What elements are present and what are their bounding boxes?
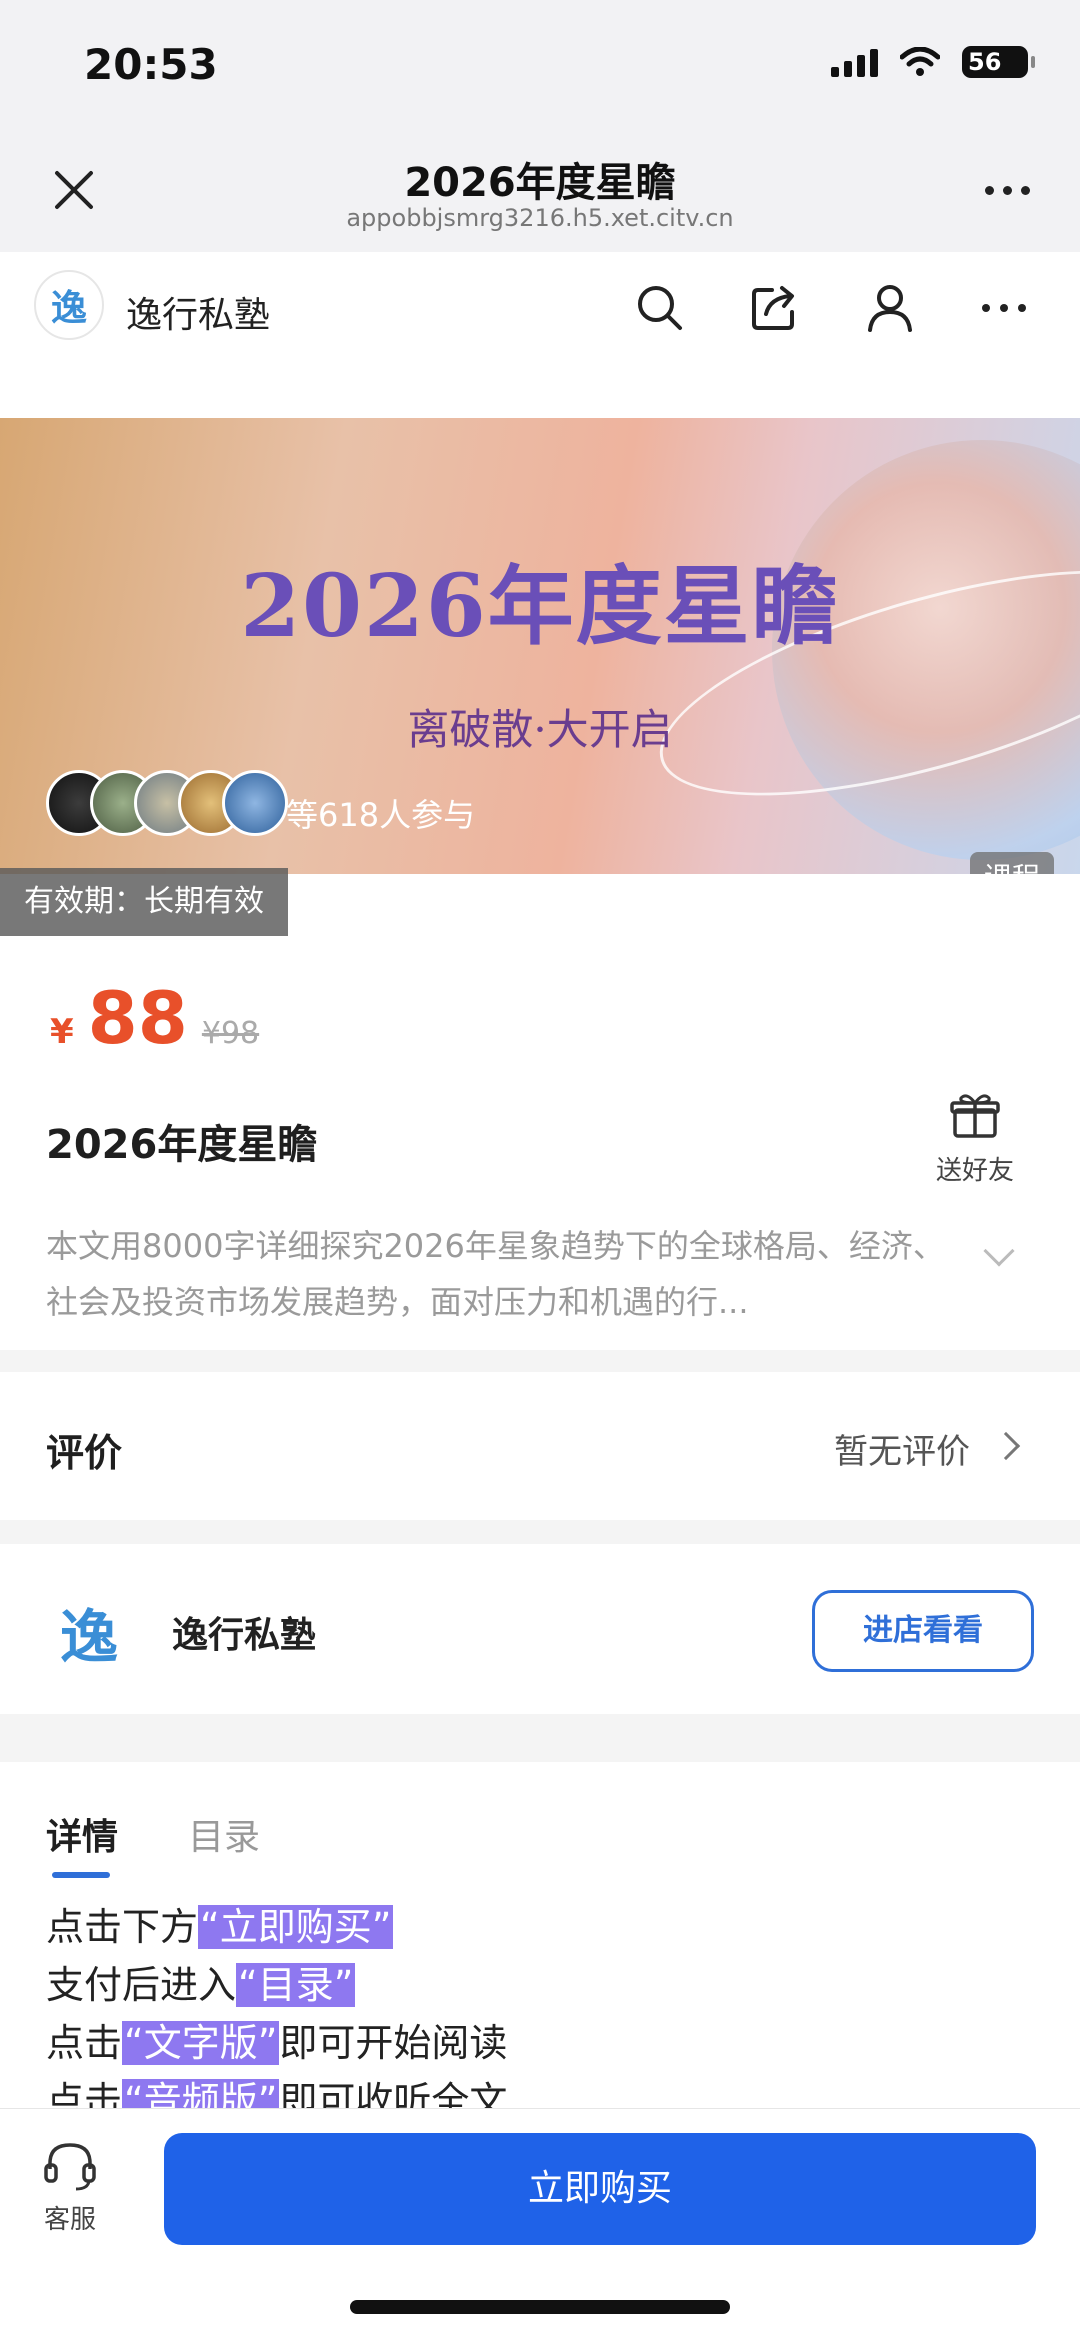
cellular-signal-icon: [831, 47, 878, 77]
review-label: 评价: [46, 1431, 123, 1475]
avatar: [222, 770, 288, 836]
divider: [0, 1714, 1080, 1762]
chevron-down-icon[interactable]: [983, 1235, 1015, 1267]
tab-details[interactable]: 详情: [46, 1808, 118, 1860]
search-icon[interactable]: [632, 280, 688, 336]
detail-line: 点击下方“立即购买”: [46, 1905, 394, 1949]
browser-more-icon[interactable]: [985, 186, 1030, 195]
page-title: 2026年度星瞻: [404, 160, 676, 206]
detail-line: 点击“文字版”即可开始阅读: [46, 2021, 508, 2065]
page-url: appobbjsmrg3216.h5.xet.citv.cn: [346, 204, 734, 232]
chevron-right-icon: [991, 1431, 1021, 1461]
status-icons: 56: [831, 46, 1035, 78]
user-icon[interactable]: [862, 280, 918, 336]
review-value: 暂无评价: [834, 1432, 970, 1472]
course-banner: 2026年度星瞻 离破散·大开启 等618人参与 课程: [0, 418, 1080, 874]
headset-icon: [44, 2143, 96, 2191]
participant-avatars: [46, 770, 288, 836]
shop-name[interactable]: 逸行私塾: [126, 286, 270, 338]
review-row[interactable]: 评价 暂无评价: [0, 1372, 1080, 1520]
tab-catalog[interactable]: 目录: [188, 1808, 260, 1860]
gift-icon: [950, 1094, 1000, 1138]
shop-card: 逸 逸行私塾 进店看看: [0, 1544, 1080, 1714]
price-original: ¥98: [201, 1016, 260, 1051]
customer-service-button[interactable]: 客服: [30, 2139, 110, 2236]
shop-logo-icon[interactable]: 逸: [60, 1590, 118, 1674]
validity-badge: 有效期：长期有效: [0, 868, 288, 936]
course-description: 本文用8000字详细探究2026年星象趋势下的全球格局、经济、社会及投资市场发展…: [46, 1227, 945, 1321]
detail-line: 支付后进入“目录”: [46, 1963, 356, 2007]
price-currency: ¥: [50, 1012, 74, 1052]
divider: [0, 1350, 1080, 1372]
banner-title: 2026年度星瞻: [240, 556, 840, 657]
course-type-badge: 课程: [969, 852, 1054, 874]
price-row: ¥ 88 ¥98: [50, 976, 259, 1060]
status-time: 20:53: [84, 40, 218, 89]
detail-text: 点击下方“立即购买” 支付后进入“目录” 点击“文字版”即可开始阅读 点击“音频…: [46, 1898, 1036, 2130]
app-header: 逸 逸行私塾: [0, 252, 1080, 362]
more-icon[interactable]: [976, 280, 1032, 336]
gift-label: 送好友: [935, 1156, 1014, 1186]
content-tabs: 详情 目录: [0, 1762, 1080, 1882]
buy-now-button[interactable]: 立即购买: [164, 2133, 1036, 2245]
divider: [0, 1520, 1080, 1544]
wifi-icon: [900, 47, 940, 76]
visit-shop-button[interactable]: 进店看看: [812, 1590, 1034, 1672]
shop-card-name[interactable]: 逸行私塾: [172, 1606, 316, 1658]
course-title: 2026年度星瞻: [46, 1122, 318, 1168]
shop-logo-icon[interactable]: 逸: [34, 270, 104, 340]
home-indicator[interactable]: [350, 2300, 730, 2314]
share-icon[interactable]: [746, 280, 802, 336]
customer-service-label: 客服: [43, 2205, 96, 2235]
participant-count: 等618人参与: [286, 796, 476, 834]
battery-level: 56: [968, 48, 1002, 76]
battery-icon: 56: [962, 46, 1035, 78]
price-current: 88: [87, 976, 188, 1060]
gift-to-friend-button[interactable]: 送好友: [930, 1092, 1020, 1187]
browser-chrome: 20:53 56 2026年度星瞻 appobbjsmrg3216.h5.xet…: [0, 0, 1080, 252]
active-tab-indicator: [52, 1872, 110, 1878]
banner-subtitle: 离破散·大开启: [407, 705, 673, 754]
